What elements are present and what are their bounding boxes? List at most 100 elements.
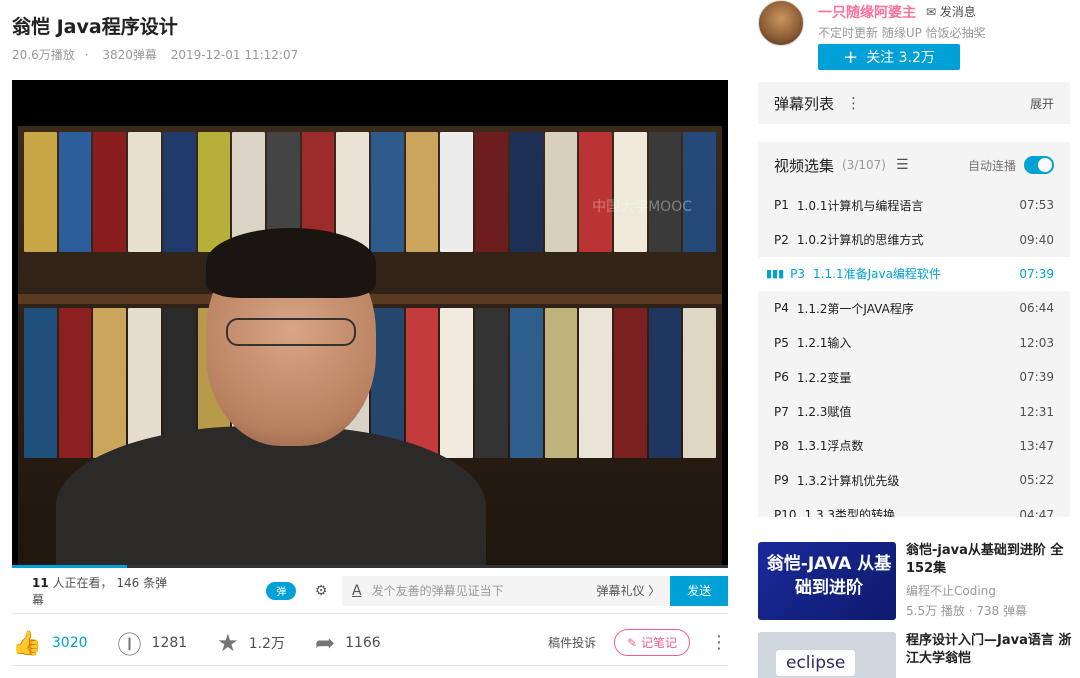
playlist-item-index: P8 [774, 438, 789, 453]
playlist-item-duration: 04:47 [1019, 507, 1054, 517]
playlist-panel: 视频选集 (3/107) ☰ 自动连播 P1 1.0.1计算机与编程语言 07:53… [758, 142, 1070, 517]
recommend-info: 程序设计入门—Java语言 浙江大学翁恺 [906, 632, 1078, 678]
message-label: 发消息 [939, 5, 976, 19]
playlist-item-duration: 06:44 [1019, 301, 1054, 316]
share-count: 1166 [345, 634, 381, 651]
recommend-title[interactable]: 程序设计入门—Java语言 浙江大学翁恺 [906, 632, 1078, 668]
bookshelf-top [18, 132, 722, 252]
recommend-uploader[interactable]: 编程不止Coding [906, 582, 1078, 599]
danmaku-toggle-label: 弹 [276, 587, 287, 598]
danmaku-toggle[interactable]: 弹 [266, 581, 297, 600]
plus-icon: + [843, 46, 859, 68]
autoplay-toggle[interactable] [1024, 156, 1054, 174]
playlist-item[interactable]: P1 1.0.1计算机与编程语言 07:53 [758, 188, 1070, 222]
favorite-button[interactable]: ★ 1.2万 [217, 629, 285, 657]
list-icon[interactable]: ☰ [896, 157, 909, 173]
video-frame[interactable]: 中国大学MOOC [18, 126, 722, 568]
playlist-item-title: 1.3.1浮点数 [796, 439, 864, 454]
report-link[interactable]: 稿件投诉 [548, 634, 596, 651]
recommend-stats: 5.5万 播放 · 738 弹幕 [906, 604, 1028, 618]
playlist-item-duration: 07:39 [1019, 370, 1054, 385]
playlist-item-duration: 13:47 [1019, 438, 1054, 453]
playlist-item[interactable]: P7 1.2.3赋值 12:31 [758, 394, 1070, 428]
playlist-item-title: 1.2.2变量 [796, 370, 852, 385]
playing-bars-icon: ▮▮▮ [766, 267, 785, 281]
star-icon: ★ [217, 628, 239, 657]
lecturer-body [56, 426, 486, 568]
uploader-sign: 不定时更新 随缘UP 恰饭必抽奖 [818, 26, 986, 40]
share-button[interactable]: ➦ 1166 [315, 629, 381, 657]
playlist-item[interactable]: P4 1.1.2第一个JAVA程序 06:44 [758, 291, 1070, 325]
recommend-thumbnail[interactable]: eclipse [758, 632, 896, 678]
coin-icon: Ⓘ [117, 631, 142, 659]
playlist-item-duration: 05:22 [1019, 473, 1054, 488]
danmaku-settings-icon[interactable]: ⚙ [310, 582, 332, 600]
playlist-item-index: P10 [774, 507, 797, 517]
avatar[interactable] [758, 0, 804, 46]
uploader-name[interactable]: 一只随缘阿婆主 [818, 2, 916, 22]
like-button[interactable]: 👍 3020 [12, 629, 88, 657]
autoplay-label: 自动连播 [967, 158, 1016, 173]
font-style-icon[interactable]: A [352, 583, 362, 599]
playlist-item-index: P3 [790, 266, 806, 281]
recommend-title[interactable]: 翁恺-java从基础到进阶 全152集 [906, 542, 1078, 578]
playlist-item-duration: 07:39 [1019, 266, 1054, 281]
thumbnail-text: eclipse [776, 650, 856, 676]
dots-icon[interactable]: ⋮ [846, 94, 861, 112]
playlist-item-title: 1.3.2计算机优先级 [796, 473, 900, 488]
playlist-item[interactable]: ▮▮▮ P3 1.1.1准备Java编程软件 07:39 [758, 256, 1070, 292]
expand-button[interactable]: 展开 [1030, 95, 1054, 112]
playlist-item-title: 1.1.1准备Java编程软件 [813, 267, 941, 282]
video-title: 翁恺 Java程序设计 [12, 16, 178, 38]
playlist-item-duration: 07:53 [1019, 198, 1054, 213]
viewer-label: 人正在看， [52, 575, 113, 590]
play-count: 20.6万播放 [12, 48, 75, 62]
message-button[interactable]: ✉ 发消息 [926, 3, 976, 20]
playlist-item-index: P1 [774, 198, 789, 213]
playlist-item-title: 1.0.1计算机与编程语言 [796, 198, 924, 213]
playlist-item[interactable]: P5 1.2.1输入 12:03 [758, 326, 1070, 360]
danmaku-placeholder: 发个友善的弹幕见证当下 [371, 584, 504, 598]
recommend-thumbnail[interactable]: 翁恺-JAVA 从基础到进阶 [758, 542, 896, 620]
note-button[interactable]: ✎ 记笔记 [614, 629, 690, 656]
playlist-item-title: 1.2.1输入 [796, 336, 852, 351]
follow-button[interactable]: + 关注 3.2万 [818, 44, 960, 70]
danmaku-total: 3820弹幕 [102, 48, 157, 62]
playlist-items: P1 1.0.1计算机与编程语言 07:53 P2 1.0.2计算机的思维方式 09:40… [758, 188, 1070, 517]
recommend-item[interactable]: eclipse 程序设计入门—Java语言 浙江大学翁恺 [758, 632, 1078, 678]
like-count: 3020 [51, 634, 88, 651]
playlist-item-duration: 09:40 [1019, 232, 1054, 247]
playlist-item-title: 1.0.2计算机的思维方式 [796, 233, 924, 248]
meta-sep: · [84, 48, 89, 62]
playlist-item[interactable]: P9 1.3.2计算机优先级 05:22 [758, 463, 1070, 497]
like-icon: 👍 [12, 628, 42, 657]
action-bar: 👍 3020 Ⓘ 1281 ★ 1.2万 ➦ 1166 稿件投诉 ✎ 记笔记 ⋮ [12, 620, 728, 666]
note-label: 记笔记 [640, 636, 677, 650]
follow-label: 关注 3.2万 [866, 50, 935, 66]
playlist-item[interactable]: P6 1.2.2变量 07:39 [758, 360, 1070, 394]
playlist-header: 视频选集 (3/107) ☰ 自动连播 [758, 142, 1070, 188]
recommend-item[interactable]: 翁恺-JAVA 从基础到进阶 翁恺-java从基础到进阶 全152集 编程不止C… [758, 542, 1078, 620]
viewer-info: 11 人正在看， 146 条弹幕 [32, 574, 178, 608]
video-player[interactable]: 中国大学MOOC [12, 80, 728, 568]
danmaku-etiquette-link[interactable]: 弹幕礼仪 〉 [596, 582, 660, 599]
thumbnail-text: 翁恺-JAVA 从基础到进阶 [766, 554, 892, 598]
video-meta: 20.6万播放 · 3820弹幕 2019-12-01 11:12:07 [12, 46, 308, 63]
playlist-item-duration: 12:31 [1019, 404, 1054, 419]
more-icon[interactable]: ⋮ [710, 632, 728, 653]
playlist-item-title: 1.2.3赋值 [796, 405, 852, 420]
playlist-item-index: P5 [774, 335, 789, 350]
viewer-count: 11 [32, 575, 49, 590]
danmaku-list-panel[interactable]: 弹幕列表 ⋮ 展开 [758, 82, 1070, 124]
playlist-item[interactable]: P8 1.3.1浮点数 13:47 [758, 429, 1070, 463]
danmaku-input[interactable]: A 发个友善的弹幕见证当下 弹幕礼仪 〉 [342, 575, 671, 606]
playlist-count: (3/107) [842, 158, 886, 172]
coin-button[interactable]: Ⓘ 1281 [118, 625, 188, 660]
playlist-item[interactable]: P10 1.3.3类型的转换 04:47 [758, 498, 1070, 517]
playlist-item[interactable]: P2 1.0.2计算机的思维方式 09:40 [758, 222, 1070, 256]
playlist-item-index: P7 [774, 404, 789, 419]
send-button[interactable]: 发送 [670, 575, 728, 606]
lecturer [56, 228, 486, 568]
mail-icon: ✉ [926, 5, 937, 19]
coin-count: 1281 [151, 634, 188, 651]
